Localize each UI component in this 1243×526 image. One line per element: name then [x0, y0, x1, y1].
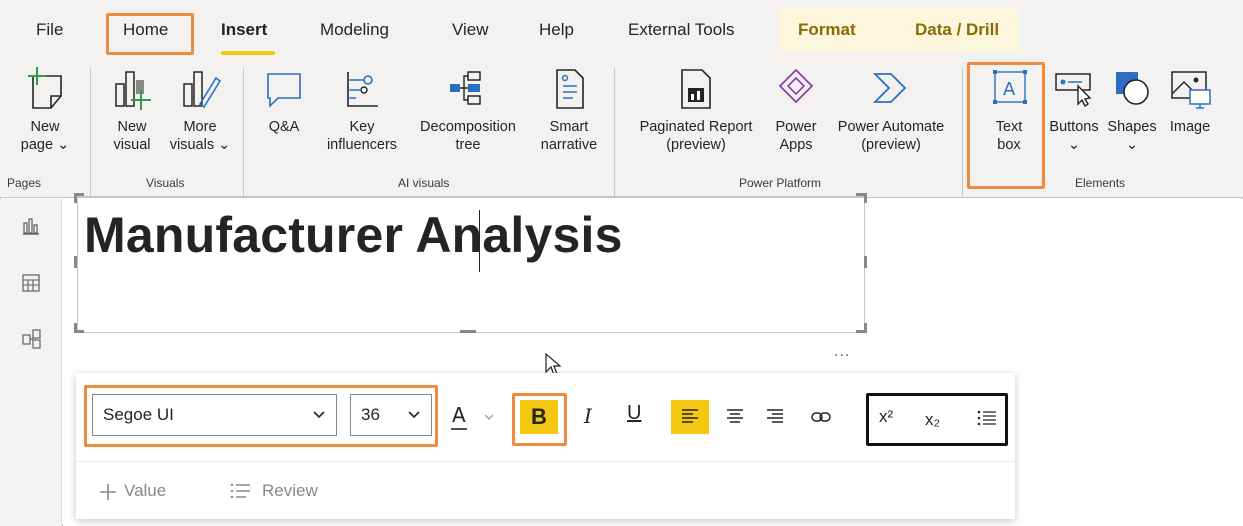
- image-icon: [1171, 71, 1211, 109]
- tab-help[interactable]: Help: [539, 20, 574, 40]
- power-apps-button[interactable]: Power Apps: [768, 66, 824, 154]
- superscript-button[interactable]: x²: [879, 407, 893, 427]
- qna-icon: [267, 73, 301, 108]
- value-button[interactable]: Value: [124, 481, 166, 501]
- tab-data-drill[interactable]: Data / Drill: [915, 20, 999, 40]
- align-center-icon[interactable]: [726, 408, 744, 426]
- more-visuals-icon: [183, 71, 222, 109]
- tab-insert[interactable]: Insert: [221, 20, 267, 40]
- paginated-report-icon: [681, 69, 711, 109]
- text-box-content[interactable]: Manufacturer Analysis: [84, 206, 623, 264]
- key-influencers-button[interactable]: Key influencers: [318, 66, 406, 154]
- ribbon-separator: [614, 68, 615, 196]
- data-view-icon[interactable]: [22, 274, 40, 292]
- shapes-icon: [1116, 72, 1149, 105]
- ribbon-separator: [243, 68, 244, 196]
- qna-button[interactable]: Q&A: [256, 66, 312, 136]
- model-view-icon[interactable]: [22, 329, 42, 349]
- toolbar-divider: [76, 461, 1015, 462]
- svg-text:A: A: [452, 403, 466, 427]
- bold-button-highlight: [512, 393, 567, 446]
- view-switcher-rail: [0, 199, 62, 526]
- italic-button[interactable]: I: [584, 404, 592, 428]
- group-label-ai-visuals: AI visuals: [398, 176, 450, 190]
- home-tab-highlight: [106, 13, 194, 55]
- underline-button[interactable]: U: [627, 402, 641, 425]
- tab-view[interactable]: View: [452, 20, 489, 40]
- add-icon[interactable]: [98, 482, 118, 502]
- decomposition-tree-button[interactable]: Decomposition tree: [406, 66, 530, 154]
- smart-narrative-button[interactable]: Smart narrative: [536, 66, 602, 154]
- tab-format[interactable]: Format: [798, 20, 856, 40]
- more-visuals-button[interactable]: More visuals ⌄: [168, 66, 232, 154]
- resize-handle[interactable]: [74, 193, 77, 203]
- text-cursor: [479, 210, 480, 272]
- decomposition-tree-icon: [450, 71, 481, 105]
- tab-external-tools[interactable]: External Tools: [628, 20, 734, 40]
- tab-modeling[interactable]: Modeling: [320, 20, 389, 40]
- image-button[interactable]: Image: [1160, 66, 1220, 136]
- align-right-icon[interactable]: [766, 408, 784, 426]
- resize-handle[interactable]: [864, 256, 867, 268]
- more-options-button[interactable]: ...: [834, 343, 850, 361]
- report-view-icon[interactable]: [22, 217, 40, 235]
- active-tab-indicator: [221, 51, 275, 55]
- review-icon[interactable]: [230, 482, 252, 502]
- ribbon-separator: [90, 68, 91, 196]
- group-label-visuals: Visuals: [146, 176, 185, 190]
- power-automate-icon: [872, 73, 907, 103]
- ribbon-separator: [962, 68, 963, 196]
- buttons-button[interactable]: Buttons ⌄: [1044, 66, 1104, 154]
- tab-file[interactable]: File: [36, 20, 63, 40]
- font-color-icon[interactable]: A: [450, 402, 470, 432]
- new-page-icon: [28, 67, 62, 109]
- resize-handle[interactable]: [864, 193, 867, 203]
- resize-handle[interactable]: [864, 323, 867, 333]
- buttons-icon: [1055, 73, 1092, 108]
- resize-handle[interactable]: [74, 256, 77, 268]
- subscript-button[interactable]: x₂: [925, 410, 940, 430]
- group-label-pages: Pages: [7, 176, 42, 190]
- review-button[interactable]: Review: [262, 481, 318, 501]
- shapes-button[interactable]: Shapes ⌄: [1104, 66, 1160, 154]
- power-automate-button[interactable]: Power Automate (preview): [824, 66, 958, 154]
- resize-handle[interactable]: [74, 323, 77, 333]
- text-box-highlight: [967, 62, 1045, 189]
- group-label-elements: Elements: [1075, 176, 1126, 190]
- power-apps-icon: [778, 68, 814, 104]
- new-page-button[interactable]: New page ⌄: [2, 66, 88, 154]
- paginated-report-button[interactable]: Paginated Report (preview): [626, 66, 766, 154]
- link-icon[interactable]: [810, 408, 832, 426]
- font-controls-highlight: [84, 385, 438, 447]
- chevron-down-icon[interactable]: [483, 411, 495, 423]
- new-visual-icon: [115, 71, 151, 110]
- smart-narrative-icon: [556, 69, 584, 109]
- key-influencers-icon: [347, 72, 378, 107]
- bulleted-list-icon[interactable]: [977, 410, 997, 426]
- group-label-power-platform: Power Platform: [739, 176, 822, 190]
- new-visual-button[interactable]: New visual: [100, 66, 164, 154]
- resize-handle[interactable]: [460, 330, 476, 333]
- align-left-icon: [682, 409, 698, 423]
